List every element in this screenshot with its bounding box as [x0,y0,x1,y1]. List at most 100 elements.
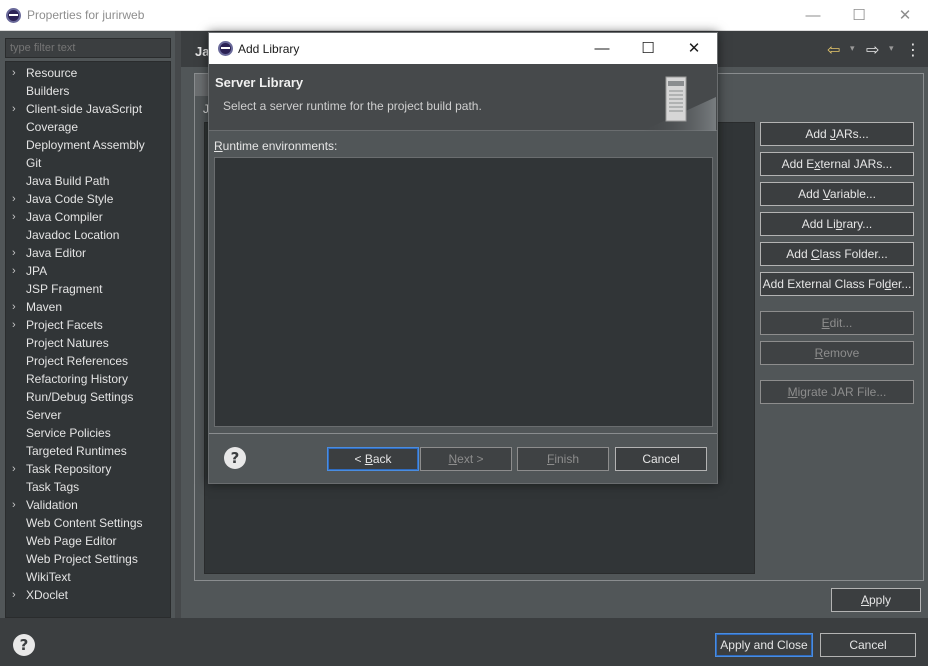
tree-item[interactable]: Refactoring History [6,370,170,388]
add-jars-button[interactable]: Add JARs... [760,122,914,146]
dialog-maximize-button[interactable]: ☐ [625,33,671,64]
tree-item-label: Targeted Runtimes [26,444,127,458]
expand-arrow-icon[interactable]: › [12,298,22,316]
window-close-button[interactable]: ✕ [882,0,928,31]
pane-splitter[interactable] [175,31,181,618]
back-button[interactable]: < Back [327,447,419,471]
window-title: Properties for jurirweb [27,8,145,22]
tree-item[interactable]: Project References [6,352,170,370]
tree-item[interactable]: › JPA [6,262,170,280]
tree-item-label: Client-side JavaScript [26,102,143,116]
tree-item-label: Java Compiler [26,210,103,224]
tree-item[interactable]: Builders [6,82,170,100]
tree-item[interactable]: Coverage [6,118,170,136]
expand-arrow-icon[interactable]: › [12,190,22,208]
tree-item-label: JSP Fragment [26,282,103,296]
expand-arrow-icon[interactable]: › [12,586,22,604]
finish-button[interactable]: Finish [517,447,609,471]
tree-item[interactable]: Git [6,154,170,172]
tree-item[interactable]: › Java Code Style [6,190,170,208]
window-maximize-button[interactable]: ☐ [836,0,882,31]
tree-item[interactable]: › Maven [6,298,170,316]
add-external-jars-button[interactable]: Add External JARs... [760,152,914,176]
tree-item[interactable]: Project Natures [6,334,170,352]
window-minimize-button[interactable]: — [790,0,836,31]
add-class-folder-button[interactable]: Add Class Folder... [760,242,914,266]
expand-arrow-icon[interactable]: › [12,244,22,262]
tree-item-label: JPA [26,264,48,278]
tree-item[interactable]: › Project Facets [6,316,170,334]
tree-item[interactable]: Javadoc Location [6,226,170,244]
back-arrow-icon[interactable]: ⇦ [827,40,840,60]
help-icon[interactable]: ? [13,634,35,656]
tree-item[interactable]: JSP Fragment [6,280,170,298]
tree-item[interactable]: › Java Editor [6,244,170,262]
tree-item-label: Project Facets [26,318,103,332]
tree-item-label: Task Repository [26,462,112,476]
tree-item[interactable]: › Client-side JavaScript [6,100,170,118]
tree-item-label: Task Tags [26,480,80,494]
tree-item-label: Web Content Settings [26,516,143,530]
server-wizard-banner-icon [642,76,716,131]
dialog-separator [209,433,717,434]
tree-item[interactable]: Web Project Settings [6,550,170,568]
tree-item-label: Web Page Editor [26,534,117,548]
tree-item[interactable]: Task Tags [6,478,170,496]
apply-and-close-button[interactable]: Apply and Close [715,633,813,657]
tree-item[interactable]: WikiText [6,568,170,586]
expand-arrow-icon[interactable]: › [12,316,22,334]
add-library-button[interactable]: Add Library... [760,212,914,236]
add-library-dialog: Add Library — ☐ ✕ Server Library Select … [208,32,718,484]
tree-item[interactable]: Targeted Runtimes [6,442,170,460]
tree-item[interactable]: › Java Compiler [6,208,170,226]
tree-item[interactable]: Web Content Settings [6,514,170,532]
tree-item[interactable]: Run/Debug Settings [6,388,170,406]
view-menu-icon[interactable]: ⋮ [905,40,921,60]
eclipse-logo-icon [6,8,21,23]
tree-item-label: Service Policies [26,426,111,440]
tree-item[interactable]: Service Policies [6,424,170,442]
forward-arrow-icon[interactable]: ⇨ [866,40,879,60]
runtime-environments-label: Runtime environments: [214,139,338,153]
dialog-help-icon[interactable]: ? [224,447,246,469]
tree-item[interactable]: › Validation [6,496,170,514]
tree-item[interactable]: Web Page Editor [6,532,170,550]
tree-item[interactable]: › Task Repository [6,460,170,478]
expand-arrow-icon[interactable]: › [12,64,22,82]
expand-arrow-icon[interactable]: › [12,262,22,280]
tree-item[interactable]: › Resource [6,64,170,82]
tree-item[interactable]: Server [6,406,170,424]
tree-item[interactable]: Java Build Path [6,172,170,190]
filter-input[interactable] [5,38,171,58]
next-button[interactable]: Next > [420,447,512,471]
dialog-cancel-button[interactable]: Cancel [615,447,707,471]
property-page-tree: › Resource Builders › Client-side JavaScript… [5,61,171,618]
tree-item-label: Java Build Path [26,174,110,188]
apply-button[interactable]: Apply [831,588,921,612]
dialog-description: Select a server runtime for the project … [223,99,482,113]
add-variable-button[interactable]: Add Variable... [760,182,914,206]
dialog-eclipse-logo-icon [218,41,233,56]
forward-history-dropdown-icon[interactable]: ▾ [889,43,894,54]
tree-item-label: Deployment Assembly [26,138,145,152]
expand-arrow-icon[interactable]: › [12,208,22,226]
tree-item[interactable]: Deployment Assembly [6,136,170,154]
window-titlebar: Properties for jurirweb — ☐ ✕ [0,0,928,31]
tree-item-label: Maven [26,300,63,314]
back-history-dropdown-icon[interactable]: ▾ [850,43,855,54]
remove-button[interactable]: Remove [760,341,914,365]
runtime-environments-list[interactable] [214,157,713,427]
add-external-class-folder-button[interactable]: Add External Class Folder... [760,272,914,296]
edit-button[interactable]: Edit... [760,311,914,335]
tree-item-label: Project References [26,354,129,368]
tree-item-label: Javadoc Location [26,228,120,242]
migrate-jar-file-button[interactable]: Migrate JAR File... [760,380,914,404]
cancel-button[interactable]: Cancel [820,633,916,657]
expand-arrow-icon[interactable]: › [12,496,22,514]
expand-arrow-icon[interactable]: › [12,100,22,118]
tree-item[interactable]: › XDoclet [6,586,170,604]
tree-item-label: Java Code Style [26,192,114,206]
expand-arrow-icon[interactable]: › [12,460,22,478]
dialog-close-button[interactable]: ✕ [671,33,717,64]
dialog-minimize-button[interactable]: — [579,33,625,64]
